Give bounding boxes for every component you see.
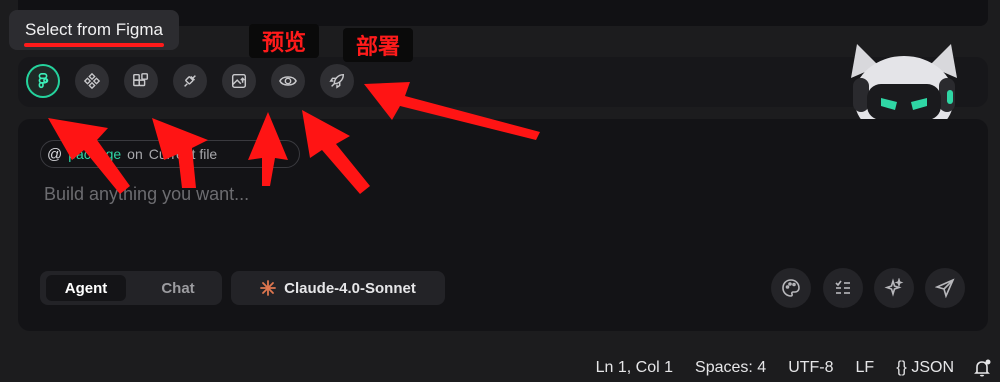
context-chip-target: Current file [148,146,218,162]
mode-agent-tab[interactable]: Agent [46,275,126,301]
checklist-button[interactable] [823,268,863,308]
language-mode[interactable]: {} JSON [896,359,954,377]
annotation-underline [24,43,164,47]
mode-chat-tab[interactable]: Chat [140,275,216,301]
status-bar: Ln 1, Col 1 Spaces: 4 UTF-8 LF {} JSON [0,353,1000,382]
context-chip[interactable]: @ package on Current file [40,140,300,168]
plug-icon [184,75,196,87]
model-selector[interactable]: Claude-4.0-Sonnet [231,271,445,305]
rocket-icon [329,73,345,89]
context-chip-name: package [68,146,122,162]
at-icon: @ [47,145,63,163]
preview-callout: 预览 [249,24,319,58]
mode-switch[interactable]: Agent Chat [40,271,222,305]
component-button[interactable] [75,64,109,98]
blocks-icon [133,73,149,87]
blocks-button[interactable] [124,64,158,98]
cursor-position[interactable]: Ln 1, Col 1 [596,359,673,377]
claude-starburst-icon [260,280,277,296]
eye-icon [279,76,297,86]
robot-cat-mascot-icon [851,44,957,120]
context-chip-on: on [127,146,143,162]
image-upload-icon [231,73,247,89]
deploy-callout: 部署 [343,28,413,62]
send-icon [935,278,955,298]
palette-button[interactable] [771,268,811,308]
enhance-button[interactable] [874,268,914,308]
checklist-icon [835,280,850,294]
indentation[interactable]: Spaces: 4 [695,359,766,377]
figma-icon [38,72,49,89]
preview-button[interactable] [271,64,305,98]
input-placeholder[interactable]: Build anything you want... [44,184,249,205]
notification-bell-icon[interactable] [972,358,992,378]
encoding[interactable]: UTF-8 [788,359,833,377]
sparkles-icon [884,278,904,297]
line-ending[interactable]: LF [856,359,875,377]
model-name: Claude-4.0-Sonnet [284,279,416,297]
deploy-button[interactable] [320,64,354,98]
palette-icon [782,279,800,297]
image-upload-button[interactable] [222,64,256,98]
component-icon [83,72,101,90]
figma-button[interactable] [26,64,60,98]
send-button[interactable] [925,268,965,308]
plug-button[interactable] [173,64,207,98]
